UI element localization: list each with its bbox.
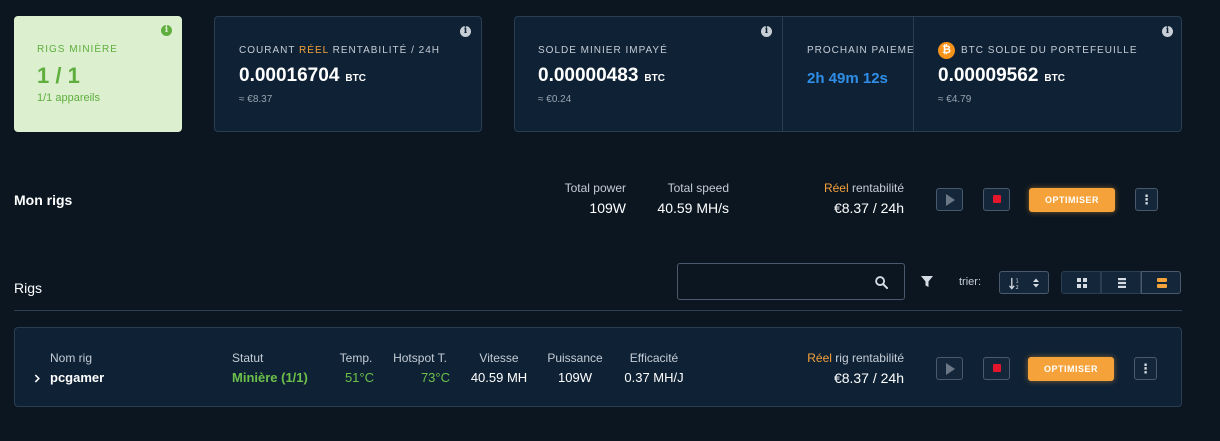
unpaid-balance-label: SOLDE MINIER IMPAYÉ: [538, 45, 668, 56]
sort-select[interactable]: 1 2: [999, 271, 1049, 294]
rigs-mining-card: i RIGS MINIÈRE 1 / 1 1/1 appareils: [14, 16, 182, 132]
play-icon: [946, 363, 955, 375]
list-view-icon: [1118, 278, 1126, 288]
filter-icon[interactable]: [921, 276, 933, 288]
chevron-right-icon[interactable]: [34, 374, 41, 383]
rig-name-value[interactable]: pcgamer: [50, 370, 104, 385]
svg-text:2: 2: [1016, 285, 1019, 290]
section-divider: [14, 310, 1182, 311]
rigs-devices-count: 1/1 appareils: [37, 92, 100, 104]
rig-optimize-button[interactable]: OPTIMISER: [1028, 357, 1114, 381]
total-power-value: 109W: [589, 200, 626, 216]
rig-hotspot-label: Hotspot T.: [393, 351, 447, 365]
info-icon[interactable]: i: [1162, 26, 1173, 37]
search-icon[interactable]: [875, 276, 888, 289]
total-speed-label: Total speed: [667, 181, 729, 195]
rig-stop-button[interactable]: [983, 357, 1010, 380]
rigs-mining-value: 1 / 1: [37, 63, 80, 88]
info-icon[interactable]: i: [161, 25, 172, 36]
optimize-all-button[interactable]: OPTIMISER: [1029, 188, 1115, 212]
sort-icon: 1 2: [1009, 277, 1019, 290]
total-speed-value: 40.59 MH/s: [657, 200, 729, 216]
rig-power-label: Puissance: [547, 351, 603, 365]
rig-power-value: 109W: [558, 370, 592, 385]
grid-view-toggle[interactable]: [1061, 271, 1101, 294]
wallet-balance-value: 0.00009562 BTC: [938, 65, 1065, 86]
balance-card-group: i SOLDE MINIER IMPAYÉ 0.00000483 BTC ≈ €0…: [514, 16, 1182, 132]
card-view-icon: [1157, 278, 1167, 288]
profitability-label: COURANT RÉEL RENTABILITÉ / 24H: [239, 45, 440, 56]
rigs-mining-label: RIGS MINIÈRE: [37, 44, 118, 55]
rig-temp-value: 51°C: [344, 370, 374, 385]
my-rigs-profit-label: Réel rentabilité: [823, 181, 904, 195]
info-icon[interactable]: i: [761, 26, 772, 37]
more-vertical-icon: ⋮: [1140, 192, 1153, 207]
unpaid-balance-value: 0.00000483 BTC: [538, 65, 665, 86]
more-options-button[interactable]: ⋮: [1135, 188, 1158, 211]
info-icon[interactable]: i: [460, 26, 471, 37]
rig-profit-value: €8.37 / 24h: [833, 370, 904, 386]
stop-all-button[interactable]: [983, 188, 1010, 211]
total-power-label: Total power: [564, 181, 626, 195]
card-view-toggle[interactable]: [1141, 271, 1181, 294]
unpaid-balance-panel: i SOLDE MINIER IMPAYÉ 0.00000483 BTC ≈ €0…: [515, 17, 783, 131]
wallet-balance-fiat: ≈ €4.79: [938, 94, 972, 105]
rig-name-label: Nom rig: [50, 351, 93, 365]
rig-more-options-button[interactable]: ⋮: [1134, 357, 1157, 380]
svg-text:1: 1: [1016, 279, 1019, 285]
stop-icon: [993, 195, 1001, 203]
list-view-toggle[interactable]: [1101, 271, 1141, 294]
play-icon: [946, 194, 955, 206]
wallet-balance-label: BTC SOLDE DU PORTEFEUILLE: [961, 45, 1138, 56]
grid-view-icon: [1077, 278, 1087, 288]
rig-temp-label: Temp.: [339, 351, 373, 365]
profitability-fiat: ≈ €8.37: [239, 94, 273, 105]
next-payment-timer: 2h 49m 12s: [807, 70, 888, 87]
rigs-section-title: Rigs: [14, 280, 43, 296]
unpaid-balance-fiat: ≈ €0.24: [538, 94, 572, 105]
rig-hotspot-value: 73°C: [420, 370, 450, 385]
rigs-search-input[interactable]: [677, 263, 905, 300]
rig-start-button[interactable]: [936, 357, 963, 380]
my-rigs-profit-value: €8.37 / 24h: [833, 200, 904, 216]
rig-speed-value: 40.59 MH: [470, 370, 528, 385]
rig-efficiency-label: Efficacité: [629, 351, 679, 365]
wallet-balance-panel: i ₿ BTC SOLDE DU PORTEFEUILLE 0.00009562…: [914, 17, 1181, 131]
start-all-button[interactable]: [936, 188, 963, 211]
chevron-updown-icon: [1033, 278, 1039, 288]
profitability-value: 0.00016704 BTC: [239, 65, 366, 86]
rig-profit-label: Réel rig rentabilité: [807, 351, 904, 365]
bitcoin-icon: ₿: [938, 42, 955, 59]
my-rigs-title: Mon rigs: [14, 192, 73, 208]
rig-efficiency-value: 0.37 MH/J: [624, 370, 684, 385]
next-payment-panel: PROCHAIN PAIEMENT 2h 49m 12s: [783, 17, 914, 131]
rig-row[interactable]: Nom rig pcgamer Statut Minière (1/1) Tem…: [14, 327, 1182, 407]
stop-icon: [993, 364, 1001, 372]
next-payment-label: PROCHAIN PAIEMENT: [807, 45, 914, 56]
rig-speed-label: Vitesse: [479, 351, 519, 365]
rig-status-label: Statut: [232, 351, 264, 365]
more-vertical-icon: ⋮: [1139, 361, 1152, 376]
profitability-card: i COURANT RÉEL RENTABILITÉ / 24H 0.00016…: [214, 16, 482, 132]
rig-status-value: Minière (1/1): [232, 370, 308, 385]
sort-label: trier:: [959, 276, 981, 288]
